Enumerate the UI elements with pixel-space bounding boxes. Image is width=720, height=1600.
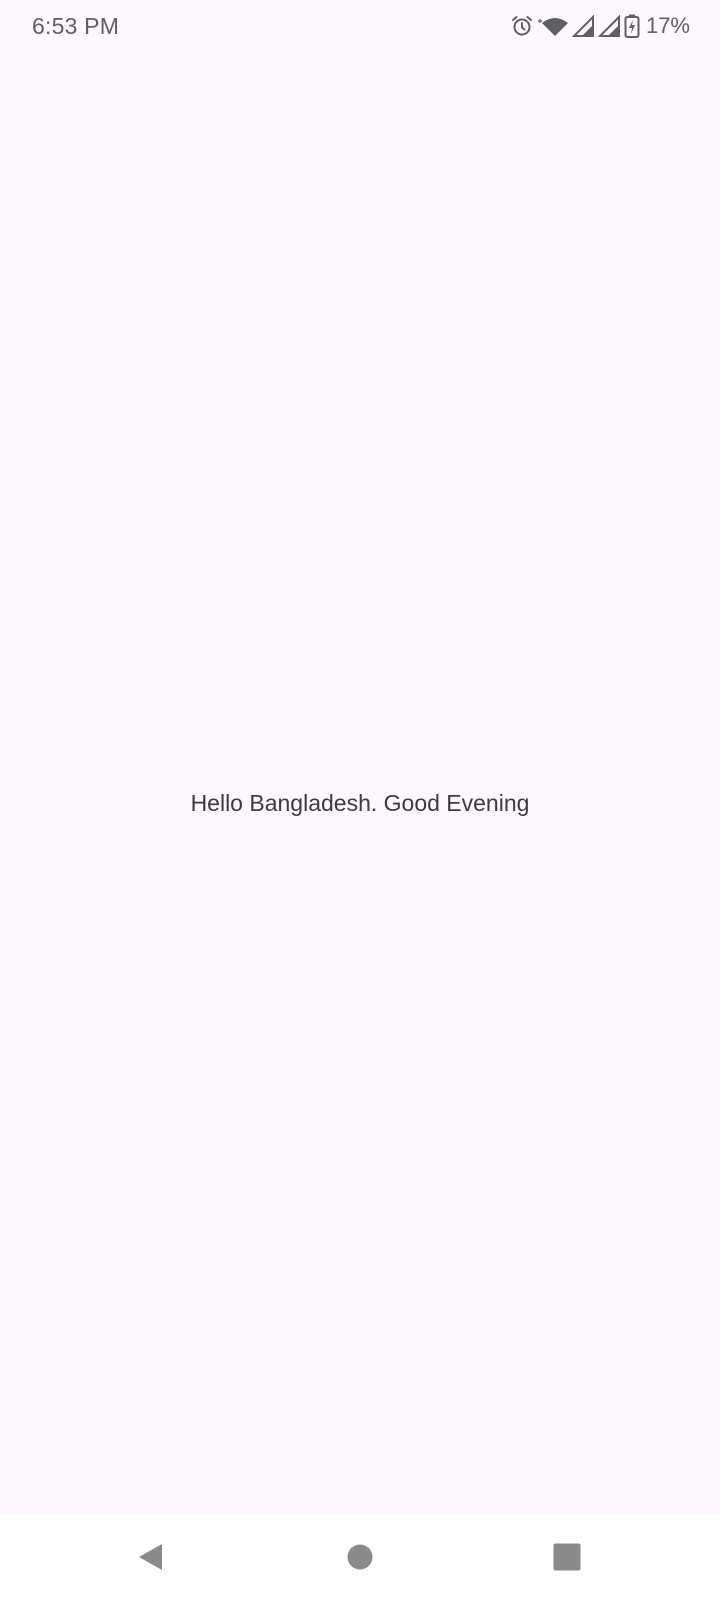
home-icon — [347, 1544, 373, 1570]
greeting-text: Hello Bangladesh. Good Evening — [190, 789, 530, 816]
status-bar: 6:53 PM 17% — [0, 0, 720, 52]
status-time: 6:53 PM — [32, 12, 120, 39]
wifi-icon — [537, 14, 568, 38]
signal-icon — [597, 15, 620, 37]
alarm-icon — [510, 14, 534, 38]
battery-charging-icon — [624, 14, 640, 38]
app-screen: 6:53 PM 17% Hello Bangladesh. Good Eveni… — [0, 0, 720, 1600]
main-content: Hello Bangladesh. Good Evening — [0, 52, 720, 1514]
recents-button[interactable] — [522, 1514, 612, 1600]
recents-icon — [553, 1543, 581, 1571]
home-button[interactable] — [315, 1514, 405, 1600]
status-icons: 17% — [510, 13, 690, 39]
back-icon — [139, 1544, 162, 1570]
back-button[interactable] — [106, 1514, 196, 1600]
navigation-bar — [0, 1514, 720, 1600]
battery-percent: 17% — [645, 13, 690, 38]
signal-icon — [571, 15, 594, 37]
